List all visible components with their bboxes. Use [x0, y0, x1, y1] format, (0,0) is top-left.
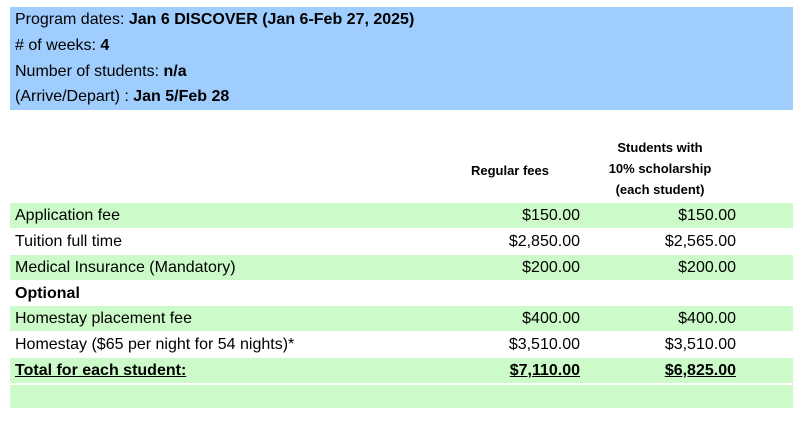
footer-band — [10, 385, 793, 408]
program-dates-value: Jan 6 DISCOVER (Jan 6-Feb 27, 2025) — [128, 11, 415, 28]
arrive-depart-label: (Arrive/Depart) : — [15, 88, 134, 105]
weeks-line: # of weeks: 4 — [15, 36, 109, 56]
total-scholarship-value: $6,825.00 — [664, 362, 736, 379]
fee-row-label: Homestay ($65 per night for 54 nights)* — [15, 336, 295, 353]
scholarship-fee-value: $150.00 — [678, 207, 736, 224]
fee-row-label: Homestay placement fee — [15, 310, 192, 327]
scholarship-header-line3: (each student) — [615, 182, 705, 197]
fee-row-label: Tuition full time — [15, 233, 122, 250]
total-regular-value: $7,110.00 — [509, 362, 580, 379]
scholarship-header: Students with 10% scholarship (each stud… — [590, 137, 730, 200]
regular-fee-value: $200.00 — [522, 259, 580, 276]
total-label: Total for each student: — [15, 362, 187, 379]
fee-row-homestay: Homestay ($65 per night for 54 nights)* … — [10, 332, 793, 357]
students-value: n/a — [163, 63, 187, 80]
fee-row-homestay-placement: Homestay placement fee $400.00 $400.00 — [10, 306, 793, 331]
scholarship-fee-value: $400.00 — [678, 310, 736, 327]
regular-fee-value: $150.00 — [522, 207, 580, 224]
regular-fees-header: Regular fees — [470, 163, 550, 178]
fee-row-application: Application fee $150.00 $150.00 — [10, 203, 793, 228]
weeks-label: # of weeks: — [15, 37, 101, 54]
students-label: Number of students: — [15, 63, 164, 80]
total-row: Total for each student: $7,110.00 $6,825… — [10, 358, 793, 383]
students-line: Number of students: n/a — [15, 62, 187, 82]
program-dates-label: Program dates: — [15, 11, 129, 28]
weeks-value: 4 — [100, 37, 110, 54]
regular-fee-value: $2,850.00 — [508, 233, 580, 250]
scholarship-fee-value: $2,565.00 — [664, 233, 736, 250]
scholarship-header-line2: 10% scholarship — [608, 161, 712, 176]
fee-row-medical-insurance: Medical Insurance (Mandatory) $200.00 $2… — [10, 255, 793, 280]
program-dates-line: Program dates: Jan 6 DISCOVER (Jan 6-Feb… — [15, 10, 414, 30]
scholarship-fee-value: $200.00 — [678, 259, 736, 276]
arrive-depart-value: Jan 5/Feb 28 — [133, 88, 230, 105]
scholarship-header-line1: Students with — [617, 140, 703, 155]
program-info-header: Program dates: Jan 6 DISCOVER (Jan 6-Feb… — [10, 7, 793, 110]
regular-fee-value: $3,510.00 — [508, 336, 580, 353]
regular-fee-value: $400.00 — [522, 310, 580, 327]
arrive-depart-line: (Arrive/Depart) : Jan 5/Feb 28 — [15, 87, 229, 107]
fee-row-tuition: Tuition full time $2,850.00 $2,565.00 — [10, 229, 793, 254]
optional-section-label: Optional — [15, 285, 80, 302]
scholarship-fee-value: $3,510.00 — [664, 336, 736, 353]
optional-section-row: Optional — [10, 281, 793, 306]
fee-row-label: Medical Insurance (Mandatory) — [15, 259, 236, 276]
fee-row-label: Application fee — [15, 207, 120, 224]
